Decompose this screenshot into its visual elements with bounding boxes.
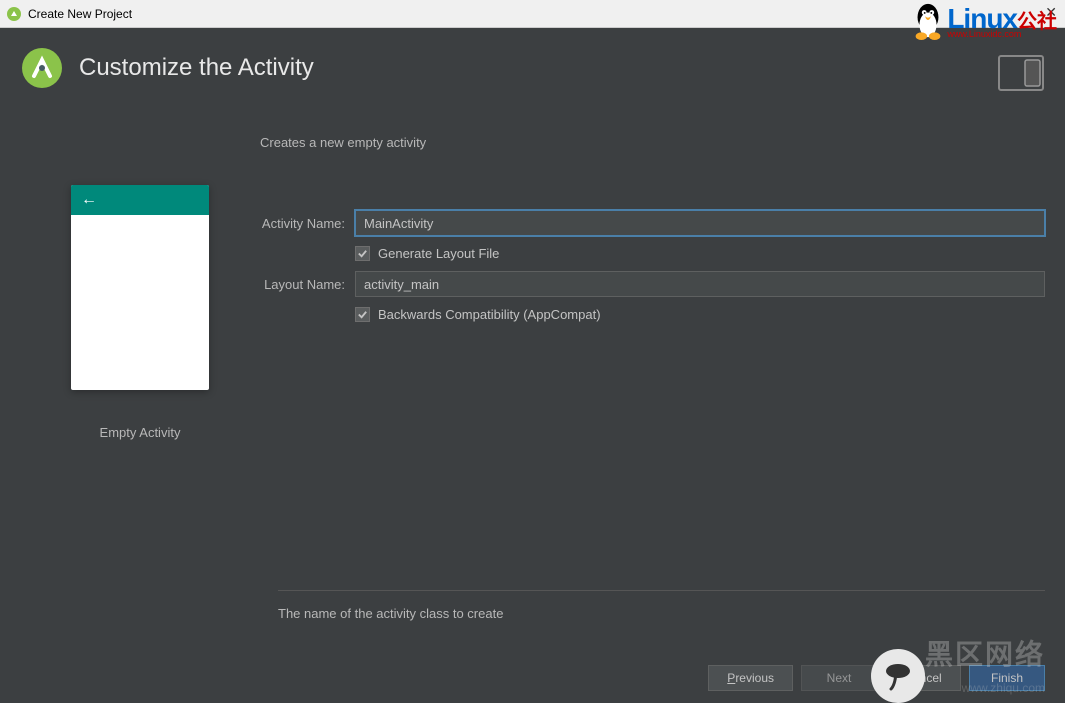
- layout-name-label: Layout Name:: [260, 277, 355, 292]
- window-title: Create New Project: [28, 7, 132, 21]
- backwards-compat-label: Backwards Compatibility (AppCompat): [378, 307, 601, 322]
- previous-rest: revious: [735, 671, 774, 685]
- previous-button[interactable]: Previous: [708, 665, 793, 691]
- dialog-header: Customize the Activity: [0, 28, 1065, 115]
- activity-name-input[interactable]: [355, 210, 1045, 236]
- help-text: The name of the activity class to create: [278, 606, 1065, 621]
- layout-name-row: Layout Name:: [260, 271, 1045, 297]
- phone-topbar: ←: [71, 185, 209, 215]
- watermark-sub: www.zhiqu.com: [962, 681, 1045, 695]
- phone-preview: ←: [71, 185, 209, 390]
- layout-name-input[interactable]: [355, 271, 1045, 297]
- backwards-compat-checkbox[interactable]: [355, 307, 370, 322]
- mushroom-icon: [871, 649, 925, 703]
- content-area: ← Empty Activity Creates a new empty act…: [0, 115, 1065, 440]
- android-studio-app-icon: [6, 6, 22, 22]
- device-icon: [997, 54, 1045, 92]
- next-button[interactable]: Next: [801, 665, 877, 691]
- preview-label: Empty Activity: [20, 425, 260, 440]
- backwards-compat-row: Backwards Compatibility (AppCompat): [355, 307, 1045, 322]
- checkmark-icon: [357, 248, 368, 259]
- generate-layout-row: Generate Layout File: [355, 246, 1045, 261]
- generate-layout-checkbox[interactable]: [355, 246, 370, 261]
- back-arrow-icon: ←: [81, 191, 97, 209]
- activity-name-row: Activity Name:: [260, 210, 1045, 236]
- linux-suffix: 公社: [1017, 11, 1057, 33]
- preview-panel: ← Empty Activity: [20, 115, 260, 440]
- linux-watermark-logo: Linux公社 www.Linuxidc.com: [909, 0, 1057, 42]
- checkmark-icon: [357, 309, 368, 320]
- form-divider: [278, 590, 1045, 591]
- tux-icon: [909, 0, 947, 42]
- generate-layout-label: Generate Layout File: [378, 246, 499, 261]
- form-description: Creates a new empty activity: [260, 135, 1045, 150]
- android-studio-icon: [20, 46, 64, 90]
- page-title: Customize the Activity: [79, 54, 314, 82]
- titlebar: Create New Project ✕: [0, 0, 1065, 28]
- activity-name-label: Activity Name:: [260, 216, 355, 231]
- watermark-text: 黑区网络: [925, 633, 1045, 673]
- form-panel: Creates a new empty activity Activity Na…: [260, 115, 1065, 440]
